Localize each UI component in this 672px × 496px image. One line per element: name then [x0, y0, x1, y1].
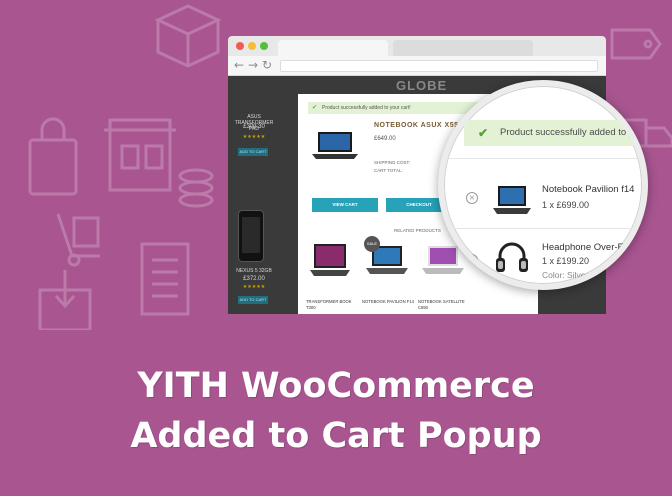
divider — [444, 158, 642, 159]
cart-item-name: Headphone Over-E — [542, 242, 624, 253]
tablet-product-image — [310, 244, 350, 276]
reload-icon[interactable]: ↻ — [262, 58, 272, 72]
side-product-price: £372.00 — [243, 276, 265, 282]
store-icon — [104, 118, 176, 192]
cart-item-qty-price: 1 x £199.20 — [542, 256, 590, 266]
cart-total-label: CART TOTAL: — [374, 168, 403, 173]
cart-item-name: Notebook Pavilion f14 — [542, 184, 635, 195]
site-logo: GLOBE — [396, 78, 448, 93]
magnified-success-bar: ✔ Product successfully added to you — [464, 120, 645, 146]
headline-line-2: Added to Cart Popup — [130, 416, 542, 456]
view-cart-button[interactable]: VIEW CART — [312, 198, 378, 212]
side-product-name: NEXUS 5 32GB — [236, 268, 272, 274]
receipt-icon — [140, 242, 190, 316]
related-products-heading: RELATED PRODUCTS — [394, 228, 441, 233]
headphone-icon — [496, 242, 528, 272]
related-product-name: NOTEBOOK SATELLITE C650 — [418, 299, 465, 310]
rating-stars-icon: ★★★★★ — [242, 134, 266, 140]
product-price: £649.00 — [374, 136, 396, 142]
maximize-window-button[interactable] — [260, 42, 268, 50]
hand-truck-icon — [56, 213, 100, 267]
back-arrow-icon[interactable]: ← — [234, 58, 244, 72]
remove-item-icon[interactable]: × — [466, 192, 478, 204]
shopping-bag-icon — [28, 117, 78, 196]
divider — [444, 228, 642, 229]
related-product[interactable]: SALE NOTEBOOK PAVILION F14 — [362, 236, 414, 305]
magnified-success-message: Product successfully added to you — [500, 127, 645, 138]
related-product[interactable]: TRANSFORMER BOOK T300 — [306, 238, 358, 311]
remove-item-icon[interactable]: × — [466, 254, 478, 266]
address-bar[interactable] — [280, 60, 598, 72]
headline-line-1: YITH WooCommerce — [137, 366, 535, 406]
coins-icon — [178, 168, 214, 208]
product-title: NOTEBOOK ASUX X55 — [374, 122, 459, 129]
tag-icon — [610, 28, 662, 60]
sale-badge: SALE — [364, 236, 380, 252]
success-message: Product successfully added to your cart! — [322, 105, 411, 111]
side-add-to-cart-button[interactable]: ADD TO CART — [238, 148, 268, 156]
laptop-icon — [493, 186, 531, 214]
magnifier-lens: ✔ Product successfully added to you × No… — [438, 80, 648, 290]
cart-item-color: Color: Silver — [542, 270, 589, 280]
open-box-icon — [38, 270, 92, 330]
laptop-product-image — [312, 132, 358, 159]
minimize-window-button[interactable] — [248, 42, 256, 50]
forward-arrow-icon[interactable]: → — [248, 58, 258, 72]
related-product-name: NOTEBOOK PAVILION F14 — [362, 299, 414, 304]
browser-tab[interactable] — [393, 40, 533, 56]
cart-item-qty-price: 1 x £699.00 — [542, 200, 590, 210]
browser-tab-active[interactable] — [278, 40, 388, 56]
related-product-name: TRANSFORMER BOOK T300 — [306, 299, 352, 310]
check-icon: ✔ — [312, 105, 318, 111]
side-product-price: £309.30 — [243, 124, 265, 130]
box-icon — [154, 4, 222, 68]
browser-nav-bar: ← → ↻ — [228, 56, 606, 76]
side-add-to-cart-button[interactable]: ADD TO CART — [238, 296, 268, 304]
shipping-cost-label: SHIPPING COST: — [374, 160, 411, 165]
rating-stars-icon: ★★★★★ — [242, 284, 266, 290]
close-window-button[interactable] — [236, 42, 244, 50]
check-icon: ✔ — [478, 126, 489, 140]
success-message-bar: ✔ Product successfully added to your car… — [308, 102, 478, 114]
browser-tab-bar — [228, 36, 606, 56]
phone-product-image — [238, 210, 264, 262]
